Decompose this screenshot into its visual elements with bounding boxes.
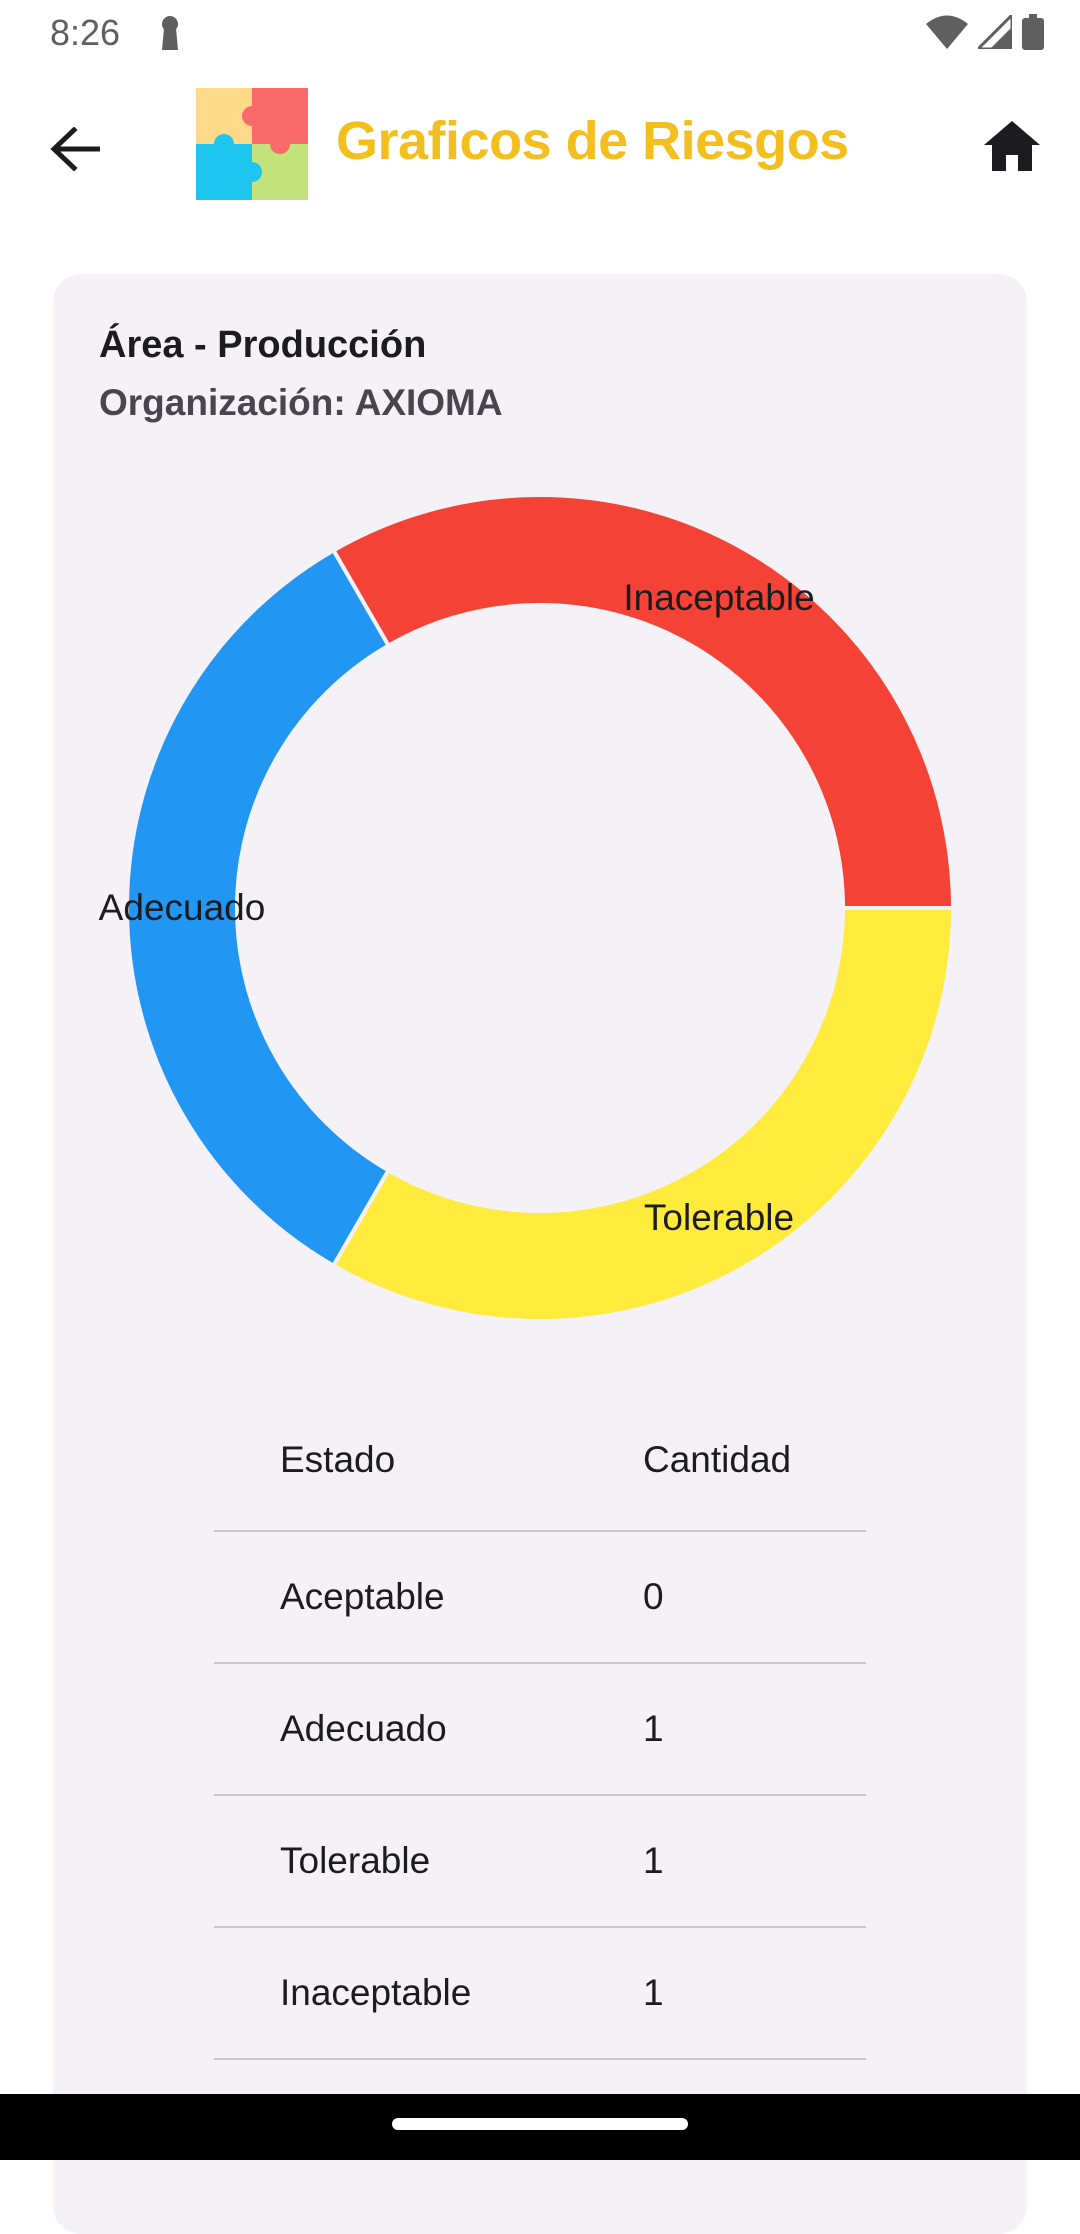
slice-label-inaceptable: Inaceptable <box>623 576 815 618</box>
status-icons <box>926 11 1044 55</box>
slice-tolerable[interactable] <box>330 906 956 1324</box>
back-button[interactable] <box>40 114 110 184</box>
home-button[interactable] <box>972 106 1052 186</box>
status-time: 8:26 <box>50 12 121 53</box>
notification-icon <box>156 14 184 57</box>
table-row: Adecuado 1 <box>214 1664 866 1796</box>
signal-icon <box>974 11 1014 54</box>
row-cantidad: 1 <box>643 1840 664 1881</box>
battery-icon <box>1022 14 1044 55</box>
donut-chart-svg <box>125 493 956 1324</box>
slice-inaceptable[interactable] <box>330 493 956 910</box>
puzzle-logo-icon <box>196 88 308 200</box>
row-cantidad: 1 <box>643 1708 664 1749</box>
table-row: Inaceptable 1 <box>214 1928 866 2060</box>
app-title: Graficos de Riesgos <box>336 111 849 171</box>
slice-label-tolerable: Tolerable <box>643 1197 795 1239</box>
chart-card: Área - Producción Organización: AXIOMA I… <box>53 274 1027 2234</box>
navigation-bar <box>0 2094 1080 2160</box>
wifi-icon <box>926 15 968 54</box>
row-estado: Adecuado <box>280 1708 447 1749</box>
row-cantidad: 1 <box>643 1972 664 2013</box>
home-gesture-handle[interactable] <box>392 2118 688 2130</box>
home-icon <box>984 121 1040 171</box>
table-row: Aceptable 0 <box>214 1532 866 1664</box>
row-estado: Inaceptable <box>280 1972 472 2013</box>
app-bar: Graficos de Riesgos <box>0 72 1080 216</box>
table-row: Tolerable 1 <box>214 1796 866 1928</box>
header-estado: Estado <box>280 1439 396 1480</box>
donut-chart: Inaceptable Adecuado Tolerable <box>53 274 1027 1374</box>
slice-label-adecuado: Adecuado <box>98 887 266 928</box>
row-estado: Aceptable <box>280 1576 445 1617</box>
row-estado: Tolerable <box>280 1840 431 1881</box>
arrow-back-icon <box>50 127 100 171</box>
status-bar: 8:26 <box>0 0 1080 66</box>
risk-table: Estado Cantidad Aceptable 0 Adecuado 1 T… <box>214 1390 866 2060</box>
row-cantidad: 0 <box>643 1576 664 1617</box>
table-header: Estado Cantidad <box>214 1390 866 1532</box>
header-cantidad: Cantidad <box>643 1439 792 1480</box>
